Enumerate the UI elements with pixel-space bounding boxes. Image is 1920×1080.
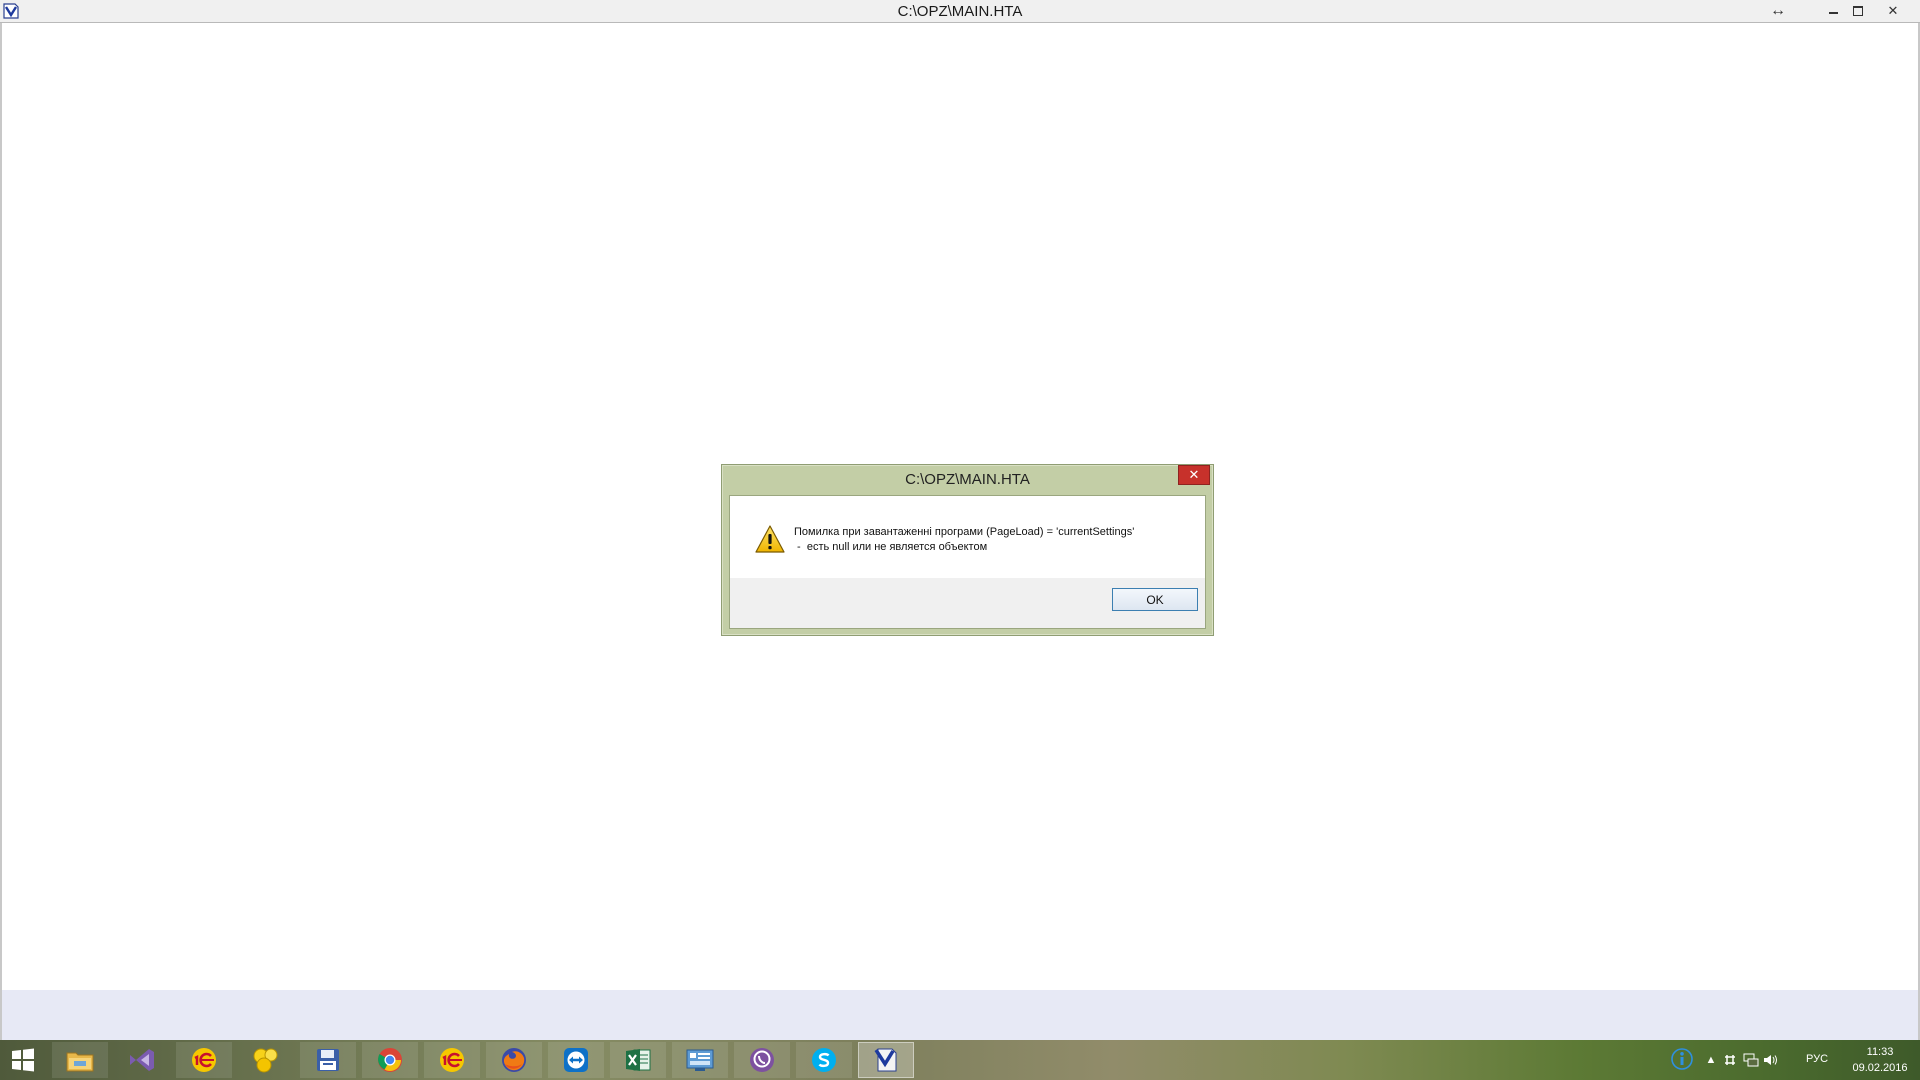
file-explorer-icon [66, 1052, 94, 1072]
taskbar [0, 1040, 1920, 1080]
taskbar-chrome[interactable] [362, 1042, 418, 1078]
error-message-box: C:\OPZ\MAIN.HTA ✕ Помилка при завантажен… [721, 464, 1214, 636]
taskbar-1c-enterprise-2[interactable] [424, 1042, 480, 1078]
restore-icon [1853, 6, 1863, 16]
show-hidden-icons-icon[interactable]: ▲ [1703, 1052, 1719, 1068]
minimize-button[interactable] [1820, 0, 1846, 22]
dialog-client-area: Помилка при завантаженні програми (PageL… [729, 495, 1206, 629]
windows-start-icon [12, 1048, 34, 1072]
chrome-icon [378, 1048, 402, 1072]
volume-icon[interactable] [1763, 1052, 1779, 1068]
network-settings-icon[interactable] [1722, 1052, 1738, 1068]
dialog-message-line2: - есть null или не является объектом [794, 541, 988, 553]
tray-clock[interactable]: 11:33 09.02.2016 [1842, 1044, 1918, 1076]
window-title: C:\OPZ\MAIN.HTA [897, 3, 1023, 20]
1c-enterprise-icon [440, 1048, 464, 1072]
minimize-icon [1828, 12, 1838, 14]
taskbar-teamviewer[interactable] [548, 1042, 604, 1078]
visual-studio-icon [130, 1049, 154, 1071]
warning-icon [755, 525, 785, 553]
input-language-indicator[interactable]: РУС [1806, 1053, 1828, 1065]
window-titlebar[interactable]: C:\OPZ\MAIN.HTA ↔ ✕ [0, 0, 1920, 23]
dialog-message-area: Помилка при завантаженні програми (PageL… [730, 496, 1205, 578]
teamviewer-icon [564, 1048, 588, 1072]
network-icon[interactable] [1743, 1052, 1759, 1068]
dialog-message: Помилка при завантаженні програми (PageL… [794, 525, 1194, 555]
clock-date: 09.02.2016 [1852, 1062, 1908, 1074]
taskbar-1c-enterprise[interactable] [176, 1042, 232, 1078]
taskbar-control-panel[interactable] [672, 1042, 728, 1078]
firefox-icon [502, 1048, 526, 1072]
taskbar-excel[interactable] [610, 1042, 666, 1078]
dialog-button-bar: OK [730, 578, 1205, 628]
viber-icon [750, 1048, 774, 1072]
dialog-title: C:\OPZ\MAIN.HTA [905, 471, 1030, 488]
taskbar-hta-app[interactable] [858, 1042, 914, 1078]
taskbar-viber[interactable] [734, 1042, 790, 1078]
skype-icon [812, 1048, 836, 1072]
yellow-flower-icon [253, 1048, 278, 1073]
taskbar-file-explorer[interactable] [52, 1042, 108, 1078]
excel-icon [626, 1049, 651, 1071]
taskbar-firefox[interactable] [486, 1042, 542, 1078]
dialog-close-button[interactable]: ✕ [1178, 465, 1210, 485]
start-button[interactable] [0, 1042, 46, 1078]
floppy-disk-icon [317, 1049, 339, 1071]
window-border-left [0, 23, 2, 1040]
window-close-button[interactable]: ✕ [1871, 0, 1915, 22]
1c-enterprise-icon [192, 1048, 216, 1072]
resize-icon[interactable]: ↔ [1765, 0, 1791, 22]
control-panel-icon [686, 1049, 714, 1071]
taskbar-save-app[interactable] [300, 1042, 356, 1078]
ok-button[interactable]: OK [1112, 588, 1198, 611]
dialog-message-line1: Помилка при завантаженні програми (PageL… [794, 526, 1135, 538]
taskbar-skype[interactable] [796, 1042, 852, 1078]
hta-app-icon [874, 1048, 897, 1072]
restore-button[interactable] [1845, 0, 1871, 22]
info-agent-icon[interactable] [1671, 1048, 1693, 1070]
taskbar-yellow-app[interactable] [238, 1042, 294, 1078]
window-status-strip [2, 990, 1918, 1040]
taskbar-visual-studio[interactable] [114, 1042, 170, 1078]
clock-time: 11:33 [1866, 1046, 1894, 1058]
